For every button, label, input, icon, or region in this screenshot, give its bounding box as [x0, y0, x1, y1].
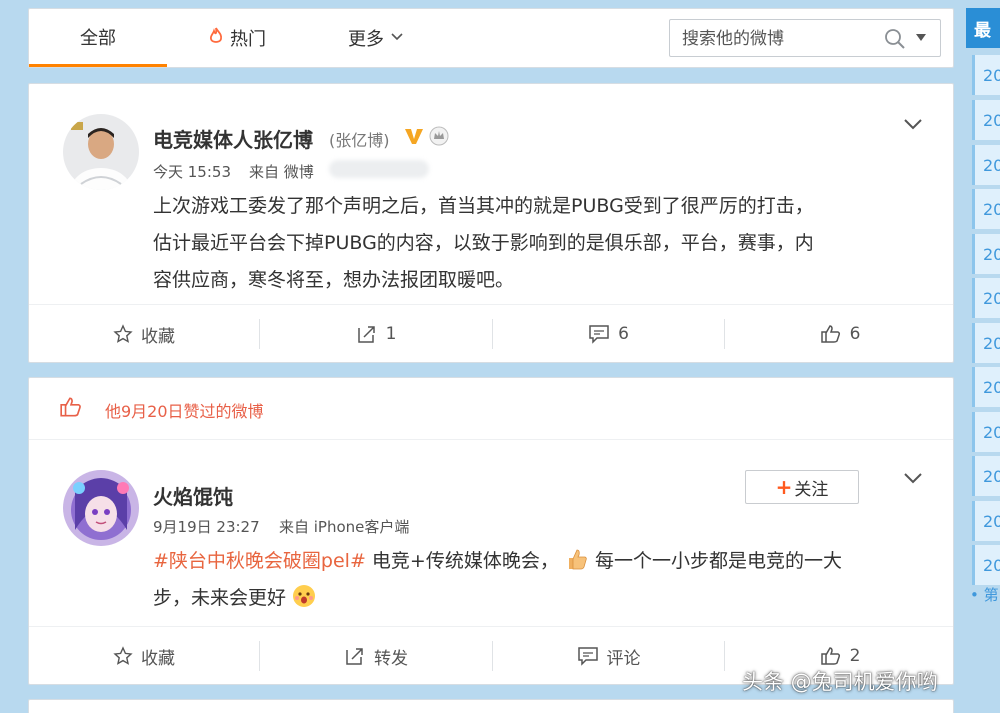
surprised-emoji-icon	[292, 585, 316, 609]
post-source: 来自 iPhone客户端	[279, 518, 410, 536]
avatar[interactable]	[63, 470, 139, 546]
sidebar-more-link[interactable]: • 第	[970, 584, 999, 605]
post-author-handle: (张亿博)	[329, 131, 390, 150]
timeline-sidebar: 最 20 20 20 20 20 20 20 20 20 20 20 20 • …	[966, 8, 1000, 713]
post-text-segment: 每一个一小步都是电竞的一大	[594, 550, 842, 572]
tab-bar: 全部 热门 更多	[28, 8, 954, 68]
liked-notice: 他9月20日赞过的微博	[29, 378, 953, 440]
chevron-down-icon[interactable]	[903, 116, 923, 130]
post-text-segment: 步，未来会更好	[153, 587, 287, 609]
weibo-post: 电竞媒体人张亿博 (张亿博) 今天 15:53 来自 微博 上次游戏工委发了那个…	[28, 83, 954, 363]
weibo-post	[28, 699, 954, 713]
tab-hot-label: 热门	[230, 29, 266, 50]
like-count: 6	[849, 324, 861, 344]
comment-icon	[589, 325, 609, 344]
post-text-line: 容供应商，寒冬将至，想办法报团取暖吧。	[153, 269, 515, 291]
like-count: 2	[849, 646, 861, 666]
hashtag-link[interactable]: #陕台中秋晚会破圈pel#	[153, 550, 366, 572]
post-text: #陕台中秋晚会破圈pel# 电竞+传统媒体晚会， 每一个一小步都是电竞的一大 步…	[153, 543, 923, 617]
avatar[interactable]	[63, 114, 139, 190]
watermark: 头条 @兔司机爱你哟	[742, 670, 938, 694]
comment-button[interactable]: 评论	[493, 627, 724, 685]
sidebar-year-item[interactable]: 20	[972, 456, 1000, 496]
chevron-down-icon	[390, 30, 404, 46]
sidebar-year-item[interactable]: 20	[972, 412, 1000, 452]
liked-note: 他9月20日赞过的微博	[105, 402, 264, 421]
comment-button[interactable]: 6	[493, 305, 724, 363]
sidebar-header: 最	[966, 8, 1000, 48]
post-text-line: 估计最近平台会下掉PUBG的内容，以致于影响到的是俱乐部，平台，赛事，内	[153, 232, 814, 254]
tab-more-label: 更多	[348, 29, 384, 50]
sidebar-year-item[interactable]: 20	[972, 545, 1000, 585]
tab-more[interactable]: 更多	[341, 9, 411, 67]
plus-icon: +	[775, 475, 793, 499]
sidebar-year-item[interactable]: 20	[972, 278, 1000, 318]
tab-all[interactable]: 全部	[29, 9, 167, 67]
star-icon	[113, 324, 133, 343]
post-actions: 收藏 1 6 6	[29, 304, 953, 362]
tab-all-label: 全部	[80, 27, 116, 49]
crown-badge-icon	[429, 126, 449, 150]
sidebar-year-item[interactable]: 20	[972, 367, 1000, 407]
tab-hot[interactable]: 热门	[197, 9, 277, 67]
comment-count: 6	[618, 324, 629, 344]
repost-icon	[346, 648, 363, 665]
sidebar-year-item[interactable]: 20	[972, 501, 1000, 541]
favorite-label: 收藏	[141, 326, 175, 347]
blurred-region	[329, 160, 429, 178]
like-button[interactable]: 6	[725, 305, 955, 363]
favorite-label: 收藏	[141, 648, 175, 669]
post-text-segment: 电竞+传统媒体晚会，	[365, 550, 559, 572]
verified-icon	[403, 126, 425, 150]
sidebar-year-item[interactable]: 20	[972, 55, 1000, 95]
repost-icon	[357, 326, 375, 343]
search-input[interactable]	[682, 26, 872, 52]
sidebar-year-item[interactable]: 20	[972, 100, 1000, 140]
sidebar-year-item[interactable]: 20	[972, 145, 1000, 185]
star-icon	[113, 646, 133, 665]
post-time[interactable]: 9月19日 23:27	[153, 516, 260, 537]
follow-button[interactable]: + 关注	[745, 470, 859, 504]
sidebar-year-item[interactable]: 20	[972, 189, 1000, 229]
repost-label: 转发	[374, 648, 408, 669]
caret-down-icon[interactable]	[916, 34, 926, 45]
weibo-post: 他9月20日赞过的微博 火焰馄饨 + 关注 9月19日 23:27 来自 iPh…	[28, 377, 954, 685]
repost-button[interactable]: 转发	[260, 627, 492, 685]
comment-label: 评论	[606, 648, 641, 669]
repost-count: 1	[385, 324, 397, 344]
sidebar-year-item[interactable]: 20	[972, 234, 1000, 274]
comment-icon	[577, 647, 598, 666]
repost-button[interactable]: 1	[260, 305, 492, 363]
sidebar-year-item[interactable]: 20	[972, 323, 1000, 363]
post-time[interactable]: 今天 15:53	[153, 161, 231, 182]
post-author-name[interactable]: 火焰馄饨	[153, 481, 233, 510]
favorite-button[interactable]: 收藏	[29, 305, 259, 363]
thumbs-up-icon	[59, 396, 83, 422]
search-icon[interactable]	[884, 28, 906, 50]
thumbs-up-icon	[820, 325, 840, 343]
post-text-line: 上次游戏工委发了那个声明之后，首当其冲的就是PUBG受到了很严厉的打击，	[153, 195, 814, 217]
post-text: 上次游戏工委发了那个声明之后，首当其冲的就是PUBG受到了很严厉的打击， 估计最…	[153, 188, 814, 299]
post-author-name[interactable]: 电竞媒体人张亿博	[153, 124, 313, 153]
chevron-down-icon[interactable]	[903, 470, 923, 484]
thumbs-up-emoji-icon	[565, 549, 595, 572]
favorite-button[interactable]: 收藏	[29, 627, 259, 685]
post-source: 来自 微博	[249, 163, 314, 181]
thumbs-up-icon	[820, 647, 840, 665]
search-box	[669, 19, 941, 57]
follow-label: 关注	[794, 479, 829, 500]
flame-icon	[208, 27, 224, 50]
